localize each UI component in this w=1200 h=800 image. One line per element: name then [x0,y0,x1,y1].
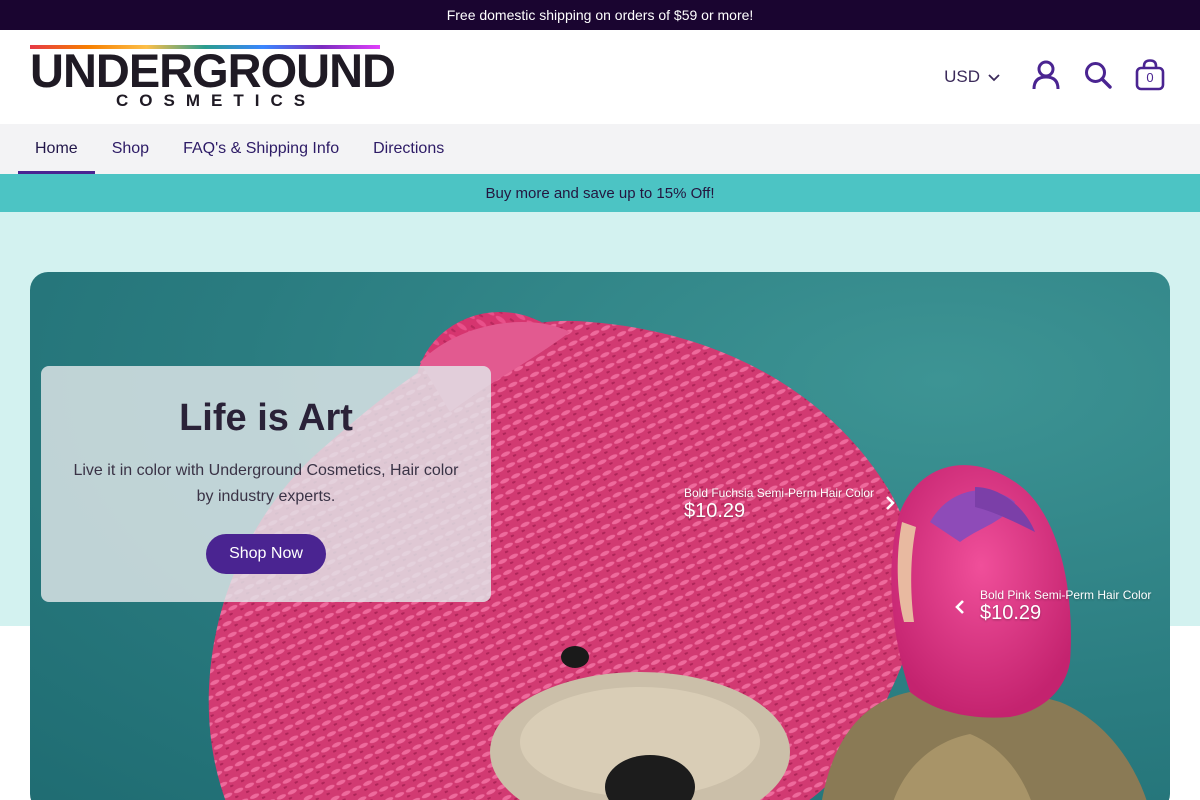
header-actions: USD 0 [944,30,1176,124]
currency-selector[interactable]: USD [944,67,1000,87]
announcement-bar: Free domestic shipping on orders of $59 … [0,0,1200,30]
site-header: UNDERGROUND COSMETICS USD 0 [0,30,1200,124]
shop-now-button[interactable]: Shop Now [206,534,326,574]
currency-label: USD [944,67,980,86]
chevron-left-icon [954,598,966,620]
hero-title: Life is Art [179,397,353,439]
account-button[interactable] [1020,57,1072,97]
main-nav: Home Shop FAQ's & Shipping Info Directio… [0,124,1200,174]
nav-item-home[interactable]: Home [18,124,95,174]
search-button[interactable] [1072,57,1124,97]
hotspot-product-price: $10.29 [684,500,746,522]
search-icon [1084,61,1112,94]
cart-count: 0 [1146,70,1154,85]
product-hotspot-pink[interactable]: Bold Pink Semi-Perm Hair Color $10.29 [955,588,1152,624]
hotspot-product-price: $10.29 [980,602,1042,624]
cart-button[interactable]: 0 [1124,57,1176,97]
hero-text-card: Life is Art Live it in color with Underg… [41,366,491,602]
account-icon [1032,60,1060,95]
hotspot-product-name: Bold Fuchsia Semi-Perm Hair Color [684,486,875,500]
logo-wordmark: UNDERGROUND [30,44,396,97]
announcement-text: Free domestic shipping on orders of $59 … [446,7,754,23]
product-hotspot-fuchsia[interactable]: Bold Fuchsia Semi-Perm Hair Color $10.29 [684,486,895,522]
nav-item-directions[interactable]: Directions [356,124,461,174]
hero-subtitle: Live it in color with Underground Cosmet… [73,462,459,505]
nav-item-shop[interactable]: Shop [95,124,166,174]
promo-text: Buy more and save up to 15% Off! [485,184,715,202]
chevron-down-icon [988,67,1000,87]
hotspot-product-name: Bold Pink Semi-Perm Hair Color [980,588,1152,602]
nav-item-faq-shipping[interactable]: FAQ's & Shipping Info [166,124,356,174]
brand-logo[interactable]: UNDERGROUND COSMETICS [30,44,396,110]
promo-bar[interactable]: Buy more and save up to 15% Off! [0,174,1200,212]
chevron-right-icon [884,494,896,516]
